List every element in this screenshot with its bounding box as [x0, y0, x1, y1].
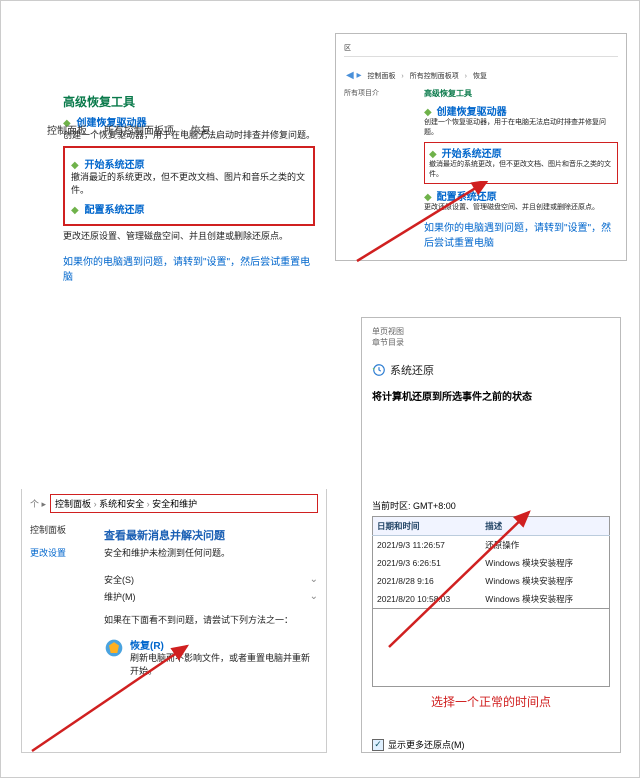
chevron-right-icon: › [94, 126, 97, 137]
help-text: 如果在下面看不到问题，请尝试下列方法之一： [104, 614, 318, 627]
configure-restore-link[interactable]: 配置系统还原 [84, 205, 144, 216]
system-restore-dialog: 单页视图 章节目录 系统还原 将计算机还原到所选事件之前的状态 当前时区: GM… [361, 317, 621, 753]
recovery-desc: 刷新电脑而不影响文件，或者重置电脑并重新开始。 [130, 652, 318, 678]
cell-date: 2021/9/3 11:26:57 [373, 536, 482, 555]
breadcrumb: ◀ ▸ 控制面板 › 所有控制面板项 › 恢复 [344, 67, 618, 84]
breadcrumb: 控制面板 › 所有控制面板项 › 恢复 [45, 119, 213, 140]
nav-label: 章节目录 [372, 337, 610, 348]
sidebar-label: 所有项目介 [344, 88, 396, 98]
nav-arrow-icon[interactable]: ◀ ▸ [346, 70, 362, 81]
recovery-panel-large: 控制面板 › 所有控制面板项 › 恢复 高级恢复工具 ◆ 创建恢复驱动器 创建一… [21, 55, 327, 271]
create-recovery-drive-link[interactable]: 创建恢复驱动器 [437, 107, 507, 118]
main-content: 查看最新消息并解决问题 安全和维护未检测到任何问题。 安全(S) ⌄ 维护(M)… [104, 513, 318, 678]
option-desc: 更改还原设置、管理磁盘空间、并且创建或删除还原点。 [63, 230, 315, 243]
section-title: 查看最新消息并解决问题 [104, 527, 318, 543]
expand-maintenance[interactable]: 维护(M) [104, 592, 136, 602]
timezone-label: 当前时区: GMT+8:00 [372, 499, 610, 512]
system-restore-link[interactable]: 开始系统还原 [84, 160, 144, 171]
breadcrumb-item[interactable]: 控制面板 [47, 126, 87, 137]
reset-pc-link[interactable]: 如果你的电脑遇到问题，请转到"设置"，然后尝试重置电脑 [63, 257, 310, 283]
cell-date: 2021/9/3 6:26:51 [373, 554, 482, 572]
cell-date: 2021/8/20 10:58:03 [373, 590, 482, 609]
shield-icon: ◆ [429, 149, 437, 160]
breadcrumb-item[interactable]: 所有控制面板项 [104, 126, 174, 137]
table-row[interactable]: 2021/8/20 10:58:03Windows 模块安装程序 [373, 590, 610, 609]
cell-desc: 还原操作 [481, 536, 609, 555]
chevron-down-icon[interactable]: ⌄ [310, 591, 318, 602]
shield-icon: ◆ [71, 160, 79, 171]
table-row[interactable]: 2021/9/3 6:26:51Windows 模块安装程序 [373, 554, 610, 572]
breadcrumb-item[interactable]: 所有控制面板项 [410, 73, 459, 80]
dialog-title-row: 系统还原 [372, 362, 610, 378]
sidebar-item[interactable]: 更改设置 [30, 546, 94, 559]
shield-icon: ◆ [424, 192, 432, 203]
checkbox-icon[interactable]: ✓ [372, 739, 384, 751]
restore-icon [372, 363, 386, 377]
recovery-shield-icon [104, 637, 124, 659]
table-row[interactable]: 2021/8/28 9:16Windows 模块安装程序 [373, 572, 610, 590]
expand-security[interactable]: 安全(S) [104, 575, 134, 585]
recovery-link[interactable]: 恢复(R) [130, 637, 318, 652]
table-empty-area [372, 609, 610, 687]
show-more-checkbox-row[interactable]: ✓ 显示更多还原点(M) [372, 738, 610, 751]
recovery-panel-small: 区 ◀ ▸ 控制面板 › 所有控制面板项 › 恢复 所有项目介 高级恢复工具 ◆… [335, 33, 627, 261]
dialog-title: 系统还原 [390, 362, 434, 378]
dialog-subtitle: 将计算机还原到所选事件之前的状态 [372, 388, 610, 403]
breadcrumb-item[interactable]: 恢复 [473, 73, 487, 80]
cell-desc: Windows 模块安装程序 [481, 590, 609, 609]
section-title: 高级恢复工具 [63, 93, 315, 110]
sidebar-item[interactable]: 控制面板 [30, 523, 94, 536]
shield-icon: ◆ [424, 107, 432, 118]
col-date[interactable]: 日期和时间 [373, 517, 482, 536]
breadcrumb-item[interactable]: 安全和维护 [152, 499, 197, 509]
sidebar: 控制面板 更改设置 [30, 513, 94, 569]
checkbox-label: 显示更多还原点(M) [388, 738, 465, 751]
option-desc: 撤消最近的系统更改，但不更改文档、图片和音乐之类的文件。 [71, 171, 307, 197]
breadcrumb-item[interactable]: 系统和安全 [99, 499, 144, 509]
breadcrumb-item[interactable]: 控制面板 [367, 73, 395, 80]
breadcrumb-item[interactable]: 恢复 [191, 126, 211, 137]
highlight-box: 控制面板 › 系统和安全 › 安全和维护 [50, 494, 318, 513]
section-title: 高级恢复工具 [424, 88, 618, 99]
reset-pc-link[interactable]: 如果你的电脑遇到问题，请转到"设置"，然后尝试重置电脑 [424, 223, 611, 249]
configure-restore-link[interactable]: 配置系统还原 [437, 192, 497, 203]
restore-points-table[interactable]: 日期和时间 描述 2021/9/3 11:26:57还原操作2021/9/3 6… [372, 516, 610, 609]
annotation-text: 选择一个正常的时间点 [372, 693, 610, 710]
option-desc: 撤消最近的系统更改，但不更改文档、图片和音乐之类的文件。 [429, 160, 613, 180]
breadcrumb-item[interactable]: 控制面板 [55, 499, 91, 509]
highlight-box: ◆ 开始系统还原 撤消最近的系统更改，但不更改文档、图片和音乐之类的文件。 ◆ … [63, 146, 315, 226]
cell-date: 2021/8/28 9:16 [373, 572, 482, 590]
table-row[interactable]: 2021/9/3 11:26:57还原操作 [373, 536, 610, 555]
chevron-right-icon: › [181, 126, 184, 137]
tab-label: 区 [344, 40, 618, 57]
option-desc: 创建一个恢复驱动器，用于在电脑无法启动时排查并修复问题。 [424, 118, 618, 138]
cell-desc: Windows 模块安装程序 [481, 554, 609, 572]
status-text: 安全和维护未检测到任何问题。 [104, 547, 318, 560]
system-restore-link[interactable]: 开始系统还原 [442, 149, 502, 160]
security-maintenance-panel: 个 ▸ 控制面板 › 系统和安全 › 安全和维护 控制面板 更改设置 查看最新消… [21, 489, 327, 753]
col-desc[interactable]: 描述 [481, 517, 609, 536]
view-label: 单页视图 [372, 326, 610, 337]
cell-desc: Windows 模块安装程序 [481, 572, 609, 590]
shield-icon: ◆ [71, 205, 79, 216]
highlight-box: ◆ 开始系统还原 撤消最近的系统更改，但不更改文档、图片和音乐之类的文件。 [424, 142, 618, 183]
table-header-row: 日期和时间 描述 [373, 517, 610, 536]
nav-back-icon[interactable]: 个 ▸ [30, 497, 46, 510]
chevron-down-icon[interactable]: ⌄ [310, 574, 318, 585]
option-desc: 更改还原设置、管理磁盘空间、并且创建或删除还原点。 [424, 203, 618, 213]
